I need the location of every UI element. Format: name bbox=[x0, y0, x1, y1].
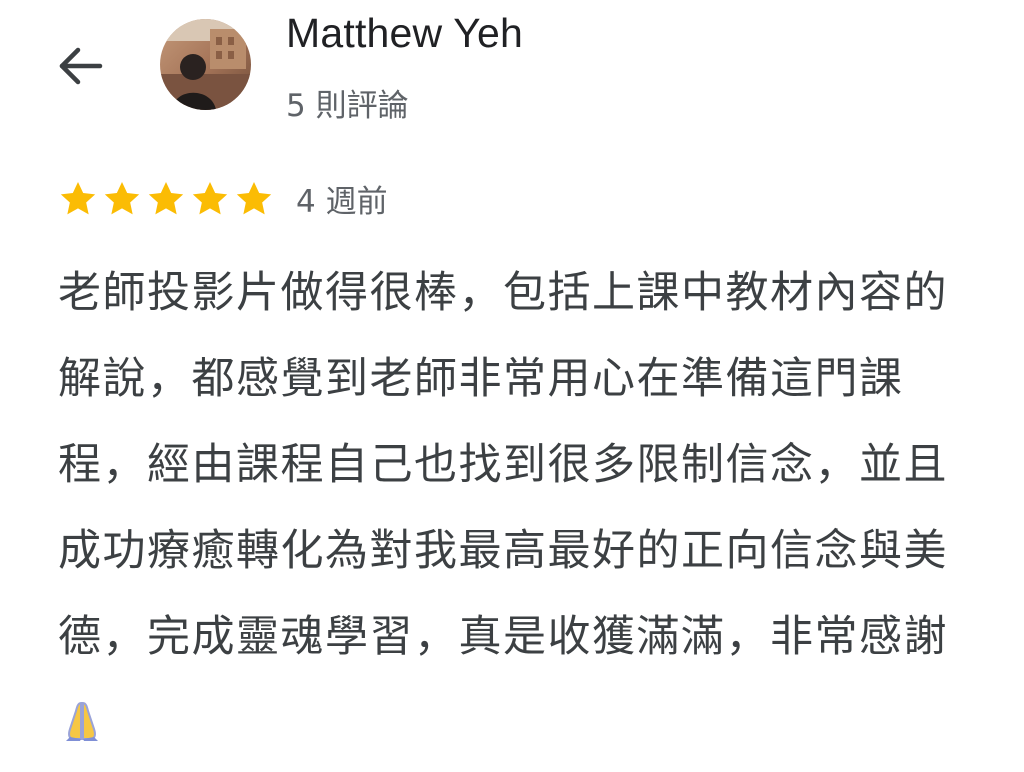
arrow-left-icon bbox=[59, 47, 103, 85]
star-icon bbox=[192, 181, 228, 214]
review-count: 5 則評論 bbox=[286, 88, 409, 124]
review-body: 老師投影片做得很棒，包括上課中教材內容的解說，都感覺到老師非常用心在準備這門課程… bbox=[58, 268, 948, 662]
review-text: 老師投影片做得很棒，包括上課中教材內容的解說，都感覺到老師非常用心在準備這門課程… bbox=[58, 250, 973, 772]
star-icon bbox=[148, 181, 184, 214]
star-rating bbox=[58, 179, 274, 219]
review-date: 4 週前 bbox=[296, 184, 388, 220]
star-icon bbox=[60, 181, 96, 214]
avatar[interactable] bbox=[160, 19, 251, 110]
star-icon bbox=[236, 181, 272, 214]
folded-hands-icon bbox=[62, 686, 102, 772]
avatar-photo bbox=[160, 19, 251, 110]
rating-row: 4 週前 bbox=[58, 176, 388, 221]
back-button[interactable] bbox=[50, 36, 110, 96]
reviewer-name[interactable]: Matthew Yeh bbox=[286, 10, 523, 57]
star-icon bbox=[104, 181, 140, 214]
